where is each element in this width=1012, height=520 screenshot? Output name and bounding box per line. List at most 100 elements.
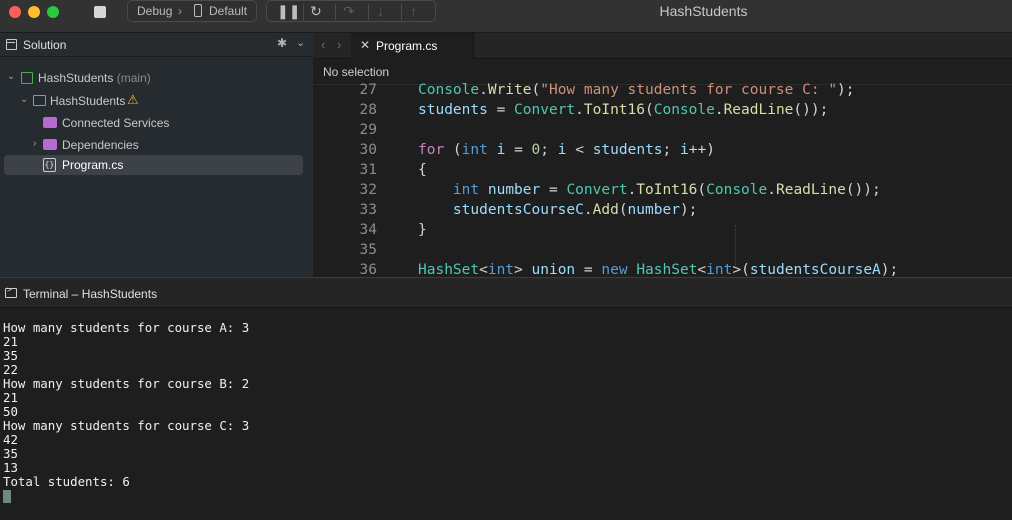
- terminal-line: 13: [3, 460, 18, 475]
- connected-services-folder-icon: [43, 117, 57, 128]
- code-token: int: [461, 142, 488, 158]
- csharp-file-icon: {}: [43, 158, 56, 172]
- breadcrumb[interactable]: No selection: [323, 65, 389, 79]
- terminal-line: 35: [3, 348, 18, 363]
- line-number: 33: [359, 202, 377, 218]
- code-line[interactable]: 33 studentsCourseC.Add(number);: [313, 202, 1012, 222]
- code-token: Console: [653, 102, 715, 118]
- code-token: Add: [592, 202, 619, 218]
- code-token: <: [697, 262, 707, 277]
- chevron-right-icon[interactable]: ›: [337, 37, 341, 52]
- title-bar: Debug › Default ❚❚ ↻ ↷ ↓ ↑ HashStudents: [0, 0, 1012, 33]
- code-line[interactable]: 27 Console.Write("How many students for c…: [313, 82, 1012, 102]
- code-token: (: [444, 142, 462, 158]
- code-token: Console: [418, 82, 480, 98]
- terminal-cursor: [3, 490, 11, 503]
- terminal-line: How many students for course C: 3: [3, 418, 250, 433]
- chevron-down-icon[interactable]: ⌄: [7, 71, 15, 82]
- code-line[interactable]: 31 {: [313, 162, 1012, 182]
- code-token: students: [592, 142, 663, 158]
- tree-item-dependencies[interactable]: › Dependencies: [0, 135, 313, 155]
- chevron-right-icon[interactable]: ›: [33, 138, 36, 149]
- terminal-line: 50: [3, 404, 18, 419]
- line-number: 36: [359, 262, 377, 277]
- code-content: HashSet<int> union = new HashSet<int>(st…: [418, 262, 898, 277]
- code-token: studentsCourseA: [749, 262, 881, 277]
- dependencies-folder-icon: [43, 139, 57, 150]
- code-token: number: [487, 182, 541, 198]
- code-content: {: [418, 162, 427, 178]
- editor-tab-bar: ‹ › ✕ Program.cs: [313, 33, 1012, 59]
- code-token: (: [697, 182, 707, 198]
- terminal-line: How many students for course A: 3: [3, 320, 250, 335]
- code-token: Convert: [566, 182, 628, 198]
- code-token: }: [418, 222, 427, 238]
- code-content: students = Convert.ToInt16(Console.ReadL…: [418, 102, 828, 118]
- code-line[interactable]: 32 int number = Convert.ToInt16(Console.…: [313, 182, 1012, 202]
- tree-item-branch: (main): [116, 71, 151, 85]
- code-token: int: [706, 262, 733, 277]
- chevron-left-icon[interactable]: ‹: [321, 37, 325, 52]
- terminal-line: 35: [3, 446, 18, 461]
- code-token: {: [418, 162, 427, 178]
- close-icon[interactable]: ✕: [360, 38, 370, 52]
- code-token: .: [575, 102, 584, 118]
- solution-pad: Solution ✱ ⌄ ⌄ HashStudents (main) ⌄ Has…: [0, 33, 313, 277]
- tree-item-connected-services[interactable]: Connected Services: [0, 113, 313, 133]
- code-token: int: [452, 182, 480, 198]
- terminal-title: Terminal – HashStudents: [23, 287, 158, 301]
- code-token: );: [679, 202, 698, 218]
- code-token: for: [418, 142, 445, 158]
- code-line[interactable]: 28 students = Convert.ToInt16(Console.Rea…: [313, 102, 1012, 122]
- code-line[interactable]: 34}: [313, 222, 1012, 242]
- csharp-project-icon: [33, 95, 46, 106]
- code-token: (: [618, 202, 628, 218]
- code-line[interactable]: 36 HashSet<int> union = new HashSet<int>(…: [313, 262, 1012, 277]
- warning-icon[interactable]: ⚠: [127, 92, 139, 108]
- code-token: (: [531, 82, 541, 98]
- terminal-output[interactable]: How many students for course A: 3 21 35 22 H…: [3, 321, 1003, 503]
- code-token: =: [575, 262, 602, 277]
- code-content: Console.Write("How many students for cou…: [418, 82, 855, 98]
- tab-program-cs[interactable]: ✕ Program.cs: [351, 33, 474, 59]
- chevron-down-icon[interactable]: ⌄: [20, 94, 28, 105]
- tree-item-program-cs[interactable]: {} Program.cs: [4, 155, 303, 175]
- code-token: Convert: [514, 102, 576, 118]
- code-token: Write: [487, 82, 532, 98]
- line-number: 30: [359, 142, 377, 158]
- terminal-line: 22: [3, 362, 18, 377]
- code-token: .: [767, 182, 776, 198]
- code-token: =: [487, 102, 515, 118]
- code-token: <: [479, 262, 488, 277]
- tree-item-project[interactable]: ⌄ HashStudents ⚠: [0, 91, 313, 111]
- code-content: int number = Convert.ToInt16(Console.Rea…: [418, 182, 881, 198]
- code-text-area[interactable]: 27 Console.Write("How many students for c…: [313, 82, 1012, 277]
- code-token: (: [645, 102, 654, 118]
- code-token: HashSet: [636, 262, 698, 277]
- terminal-icon: [5, 285, 17, 298]
- code-token: );: [837, 82, 855, 98]
- line-number: 35: [359, 242, 377, 258]
- code-line[interactable]: 29: [313, 122, 1012, 142]
- tree-item-label: Connected Services: [62, 116, 170, 130]
- code-line[interactable]: 30 for (int i = 0; i < students; i++): [313, 142, 1012, 162]
- code-token: ReadLine: [775, 182, 846, 198]
- pin-icon[interactable]: ✱: [277, 36, 287, 50]
- line-number: 34: [359, 222, 377, 238]
- line-number: 27: [359, 82, 377, 98]
- terminal-line: Total students: 6: [3, 474, 130, 489]
- chevron-down-icon[interactable]: ⌄: [296, 36, 305, 49]
- code-token: HashSet: [418, 262, 480, 277]
- code-token: =: [540, 182, 567, 198]
- code-token: ());: [845, 182, 881, 198]
- code-line[interactable]: 35: [313, 242, 1012, 262]
- code-token: );: [880, 262, 899, 277]
- tree-item-solution[interactable]: ⌄ HashStudents (main): [0, 68, 313, 88]
- line-number: 28: [359, 102, 377, 118]
- code-token: new: [601, 262, 628, 277]
- line-number: 29: [359, 122, 377, 138]
